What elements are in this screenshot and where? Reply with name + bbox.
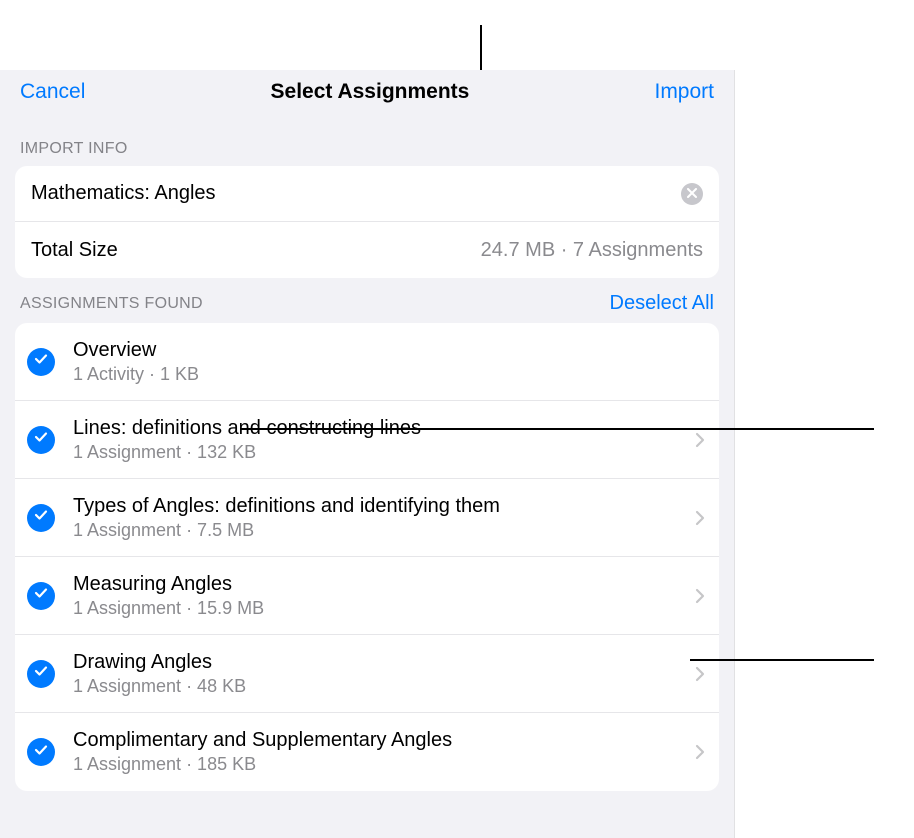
callout-line-overview	[240, 428, 874, 430]
chevron-right-icon	[695, 588, 705, 604]
checkmark-icon	[34, 586, 48, 605]
assignment-subtitle: 1 Activity · 1 KB	[73, 364, 705, 385]
header-bar: Cancel Select Assignments Import	[0, 70, 734, 122]
assignment-subtitle: 1 Assignment · 132 KB	[73, 442, 687, 463]
chevron-right-icon	[695, 666, 705, 682]
import-info-section-label: IMPORT INFO	[0, 122, 734, 164]
total-size-label: Total Size	[31, 239, 118, 262]
deselect-all-button[interactable]: Deselect All	[610, 292, 735, 315]
assignment-title: Measuring Angles	[73, 573, 687, 596]
assignment-text: Overview1 Activity · 1 KB	[73, 339, 705, 385]
assignment-row[interactable]: Measuring Angles1 Assignment · 15.9 MB	[15, 557, 719, 635]
callout-line-chevron	[690, 659, 874, 661]
assignment-row[interactable]: Types of Angles: definitions and identif…	[15, 479, 719, 557]
import-button[interactable]: Import	[654, 80, 714, 104]
assignment-row[interactable]: Lines: definitions and constructing line…	[15, 401, 719, 479]
clear-name-button[interactable]	[681, 183, 703, 205]
checkmark-icon	[34, 743, 48, 762]
assignment-subtitle: 1 Assignment · 48 KB	[73, 676, 687, 697]
import-name-input[interactable]	[31, 182, 681, 205]
assignments-section-header: ASSIGNMENTS FOUND Deselect All	[0, 278, 734, 321]
chevron-right-icon	[695, 744, 705, 760]
assignment-title: Complimentary and Supplementary Angles	[73, 729, 687, 752]
assignment-subtitle: 1 Assignment · 185 KB	[73, 754, 687, 775]
assignment-subtitle: 1 Assignment · 15.9 MB	[73, 598, 687, 619]
assignment-row[interactable]: Overview1 Activity · 1 KB	[15, 323, 719, 401]
selection-checkmark[interactable]	[27, 348, 55, 376]
page-title: Select Assignments	[271, 80, 470, 104]
assignments-found-label: ASSIGNMENTS FOUND	[20, 295, 203, 313]
import-info-card: Total Size 24.7 MB · 7 Assignments	[15, 166, 719, 278]
assignments-list: Overview1 Activity · 1 KB Lines: definiti…	[15, 323, 719, 791]
checkmark-icon	[34, 352, 48, 371]
total-size-row: Total Size 24.7 MB · 7 Assignments	[15, 222, 719, 278]
cancel-button[interactable]: Cancel	[20, 80, 85, 104]
assignment-text: Drawing Angles1 Assignment · 48 KB	[73, 651, 687, 697]
checkmark-icon	[34, 664, 48, 683]
total-size-value: 24.7 MB · 7 Assignments	[481, 239, 703, 262]
assignment-title: Drawing Angles	[73, 651, 687, 674]
checkmark-icon	[34, 430, 48, 449]
selection-checkmark[interactable]	[27, 660, 55, 688]
assignment-text: Types of Angles: definitions and identif…	[73, 495, 687, 541]
selection-checkmark[interactable]	[27, 582, 55, 610]
selection-checkmark[interactable]	[27, 426, 55, 454]
chevron-right-icon	[695, 510, 705, 526]
checkmark-icon	[34, 508, 48, 527]
close-icon	[687, 186, 697, 201]
import-name-row	[15, 166, 719, 222]
assignment-text: Measuring Angles1 Assignment · 15.9 MB	[73, 573, 687, 619]
assignment-text: Lines: definitions and constructing line…	[73, 417, 687, 463]
selection-checkmark[interactable]	[27, 738, 55, 766]
assignment-title: Types of Angles: definitions and identif…	[73, 495, 687, 518]
assignment-subtitle: 1 Assignment · 7.5 MB	[73, 520, 687, 541]
selection-checkmark[interactable]	[27, 504, 55, 532]
select-assignments-panel: Cancel Select Assignments Import IMPORT …	[0, 70, 735, 838]
chevron-right-icon	[695, 432, 705, 448]
assignment-row[interactable]: Complimentary and Supplementary Angles1 …	[15, 713, 719, 791]
assignment-title: Overview	[73, 339, 705, 362]
assignment-text: Complimentary and Supplementary Angles1 …	[73, 729, 687, 775]
assignment-row[interactable]: Drawing Angles1 Assignment · 48 KB	[15, 635, 719, 713]
